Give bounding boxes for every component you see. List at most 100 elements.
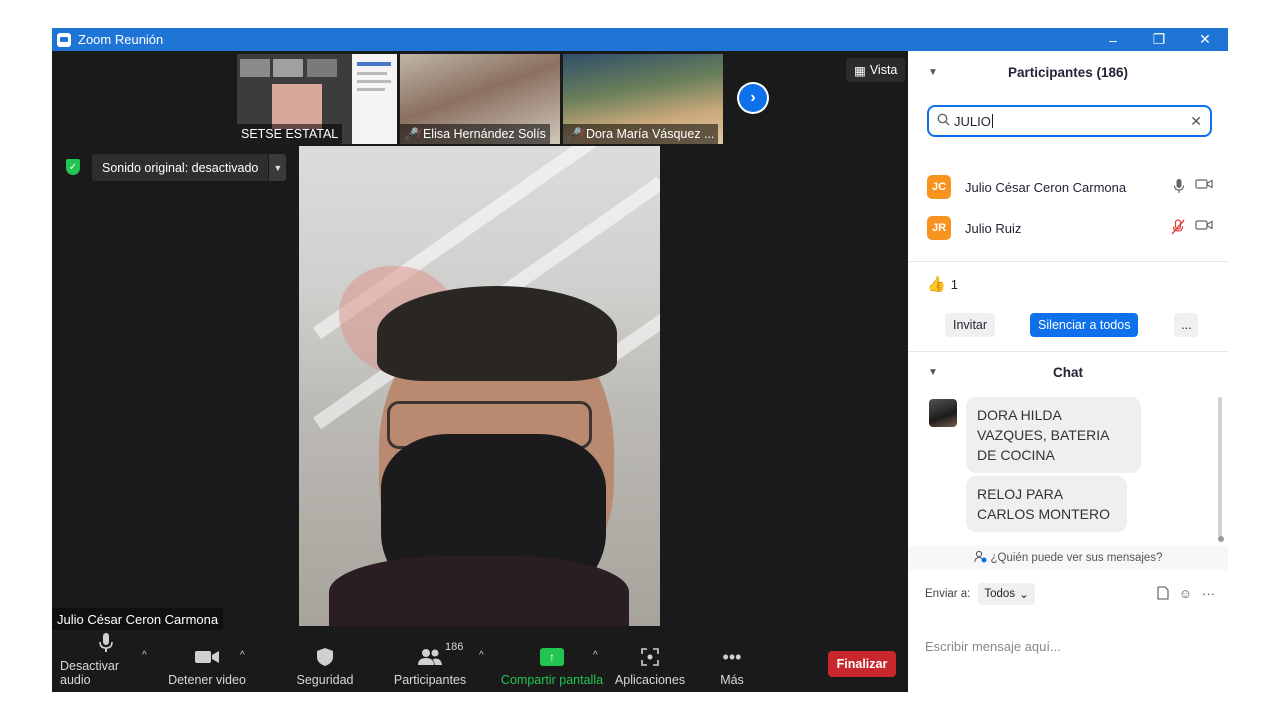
microphone-icon (98, 632, 114, 654)
thumbnail-name: Elisa Hernández Solís (422, 127, 546, 141)
file-icon[interactable] (1157, 585, 1169, 603)
chat-header: ▼ Chat (908, 361, 1228, 383)
message-visibility-link[interactable]: ¿Quién puede ver sus mensajes? (908, 546, 1228, 570)
more-dots-icon[interactable]: ··· (1202, 586, 1215, 603)
avatar (929, 399, 957, 427)
minimize-button[interactable]: – (1090, 28, 1136, 51)
stop-video-label: Detener video (168, 673, 246, 687)
chevron-down-icon[interactable]: ▼ (928, 67, 938, 78)
participants-options-caret-icon[interactable]: ^ (479, 650, 484, 661)
next-page-button[interactable]: › (737, 82, 769, 114)
chevron-down-icon: ⌄ (1019, 589, 1029, 601)
send-to-label: Enviar a: (925, 588, 971, 600)
grid-icon: ▦ (854, 63, 866, 78)
video-camera-icon[interactable] (1195, 219, 1213, 238)
thumbs-up-icon: 👍 (927, 276, 946, 293)
reaction-count: 1 (950, 276, 958, 292)
thumbnail-name-label: SETSE ESTATAL (237, 124, 343, 144)
send-to-row: Enviar a: Todos ⌄ ☺ ··· (925, 582, 1215, 606)
emoji-icon[interactable]: ☺ (1179, 586, 1192, 603)
thumbnail-name: SETSE ESTATAL (241, 127, 339, 141)
stop-video-button[interactable]: Detener video (168, 638, 246, 692)
chat-scrollbar[interactable] (1218, 397, 1222, 537)
side-panel: ▼ Participantes (186) JULIO ✕ JC Julio C… (908, 51, 1228, 692)
apps-button[interactable]: Aplicaciones (614, 638, 686, 692)
zoom-logo-icon (57, 32, 71, 47)
participant-thumbnail[interactable]: 🎤̸ Dora María Vásquez ... (563, 54, 723, 144)
apps-label: Aplicaciones (614, 673, 686, 687)
participants-icon (417, 646, 443, 668)
share-options-caret-icon[interactable]: ^ (593, 650, 598, 661)
clear-search-icon[interactable]: ✕ (1190, 113, 1202, 130)
more-options-button[interactable]: ... (1174, 313, 1199, 337)
security-label: Seguridad (296, 673, 354, 687)
encryption-shield-icon[interactable]: ✓ (66, 159, 80, 175)
restore-button[interactable]: ❐ (1136, 28, 1182, 51)
visibility-text: ¿Quién puede ver sus mensajes? (990, 552, 1163, 564)
participant-name: Julio Ruiz (965, 220, 1022, 236)
more-button[interactable]: ••• Más (714, 638, 750, 692)
close-button[interactable]: ✕ (1182, 28, 1228, 51)
video-options-caret-icon[interactable]: ^ (240, 650, 245, 661)
active-speaker-video (299, 146, 660, 626)
shield-icon (316, 646, 334, 668)
active-speaker-name: Julio César Ceron Carmona (52, 608, 224, 630)
participant-row[interactable]: JR Julio Ruiz (927, 215, 1217, 241)
chat-title: Chat (1053, 364, 1083, 380)
mic-muted-icon: 🎤̸ (567, 127, 582, 141)
person-icon (974, 550, 987, 566)
participant-search-field[interactable]: JULIO ✕ (927, 105, 1212, 137)
audio-options-caret-icon[interactable]: ^ (142, 650, 147, 661)
reaction-summary: 👍 1 (927, 275, 958, 293)
thumbnail-name-label: 🎤̸ Elisa Hernández Solís (400, 124, 550, 144)
invite-button[interactable]: Invitar (945, 313, 996, 337)
share-screen-icon: ↑ (540, 646, 564, 668)
divider (908, 351, 1228, 352)
chevron-down-icon[interactable]: ▼ (928, 367, 938, 378)
security-button[interactable]: Seguridad (292, 638, 358, 692)
apps-icon (641, 646, 659, 668)
scroll-indicator (1218, 536, 1224, 542)
participants-label: Participantes (393, 673, 467, 687)
mute-audio-label: Desactivar audio (60, 659, 120, 687)
microphone-icon[interactable] (1173, 178, 1185, 197)
view-button[interactable]: ▦ Vista (846, 58, 906, 82)
share-screen-label: Compartir pantalla (500, 673, 604, 687)
search-input-value[interactable]: JULIO (954, 114, 991, 129)
participant-thumbnail[interactable]: 🎤̸ Elisa Hernández Solís (400, 54, 560, 144)
text-cursor (991, 114, 993, 128)
participant-actions: Invitar Silenciar a todos ... (945, 313, 1215, 337)
more-label: Más (720, 673, 744, 687)
participants-header: ▼ Participantes (186) (908, 51, 1228, 93)
avatar: JR (927, 216, 951, 240)
original-sound-label[interactable]: Sonido original: desactivado (92, 154, 269, 181)
mute-audio-button[interactable]: Desactivar audio (60, 633, 152, 692)
more-dots-icon: ••• (722, 646, 742, 667)
thumbnail-name: Dora María Vásquez ... (585, 127, 715, 141)
participant-name: Julio César Ceron Carmona (965, 179, 1127, 195)
video-camera-icon[interactable] (1195, 178, 1213, 197)
chat-message-input[interactable] (925, 639, 1215, 654)
meeting-toolbar: Desactivar audio ^ Detener video ^ Segur… (52, 633, 908, 692)
mute-all-button[interactable]: Silenciar a todos (1030, 313, 1139, 337)
recipient-dropdown[interactable]: Todos ⌄ (978, 583, 1035, 605)
chevron-down-icon[interactable]: ▼ (268, 154, 287, 181)
microphone-muted-icon[interactable] (1171, 218, 1185, 238)
title-bar: Zoom Reunión – ❐ ✕ (52, 28, 1228, 51)
chevron-right-icon: › (739, 84, 767, 112)
participant-row[interactable]: JC Julio César Ceron Carmona (927, 174, 1217, 200)
search-icon (937, 113, 950, 129)
participant-thumbnail[interactable]: SETSE ESTATAL (237, 54, 397, 144)
zoom-window: Zoom Reunión – ❐ ✕ SETSE ESTATAL 🎤̸ Elis… (52, 28, 1228, 692)
thumbnail-name-label: 🎤̸ Dora María Vásquez ... (563, 124, 719, 144)
mic-muted-icon: 🎤̸ (404, 127, 419, 141)
original-sound-toggle[interactable]: Sonido original: desactivado ▼ (92, 154, 287, 181)
video-camera-icon (194, 646, 220, 668)
divider (908, 261, 1228, 262)
share-screen-button[interactable]: ↑ Compartir pantalla (498, 638, 606, 692)
window-title: Zoom Reunión (78, 32, 164, 47)
chat-message: DORA HILDA VAZQUES, BATERIA DE COCINA (966, 397, 1141, 473)
meeting-area: SETSE ESTATAL 🎤̸ Elisa Hernández Solís 🎤… (52, 51, 908, 692)
avatar: JC (927, 175, 951, 199)
end-meeting-button[interactable]: Finalizar (828, 651, 896, 677)
